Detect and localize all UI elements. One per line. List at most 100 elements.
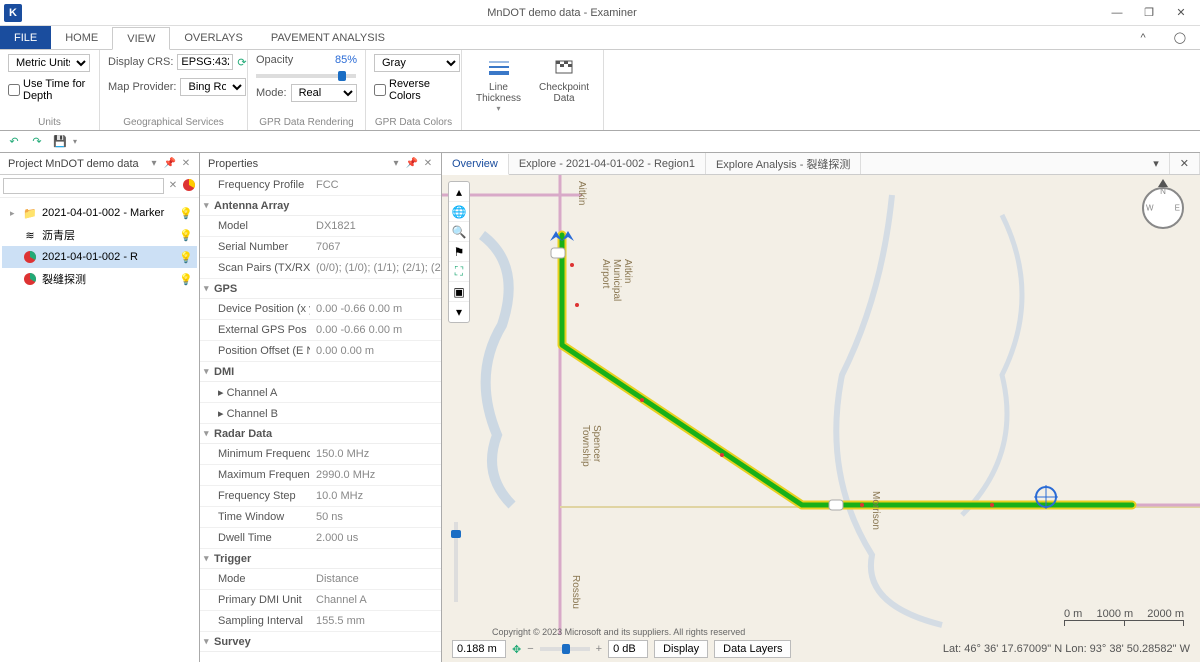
prop-row[interactable]: ▸ Channel A [200,382,441,403]
filter-pie-icon[interactable] [182,178,196,192]
tab-close-icon[interactable]: ✕ [1170,153,1200,174]
gain-plus[interactable]: + [596,643,602,655]
zoom-tool-icon[interactable]: 🔍 [449,222,469,242]
prop-category[interactable]: ▾Survey [200,632,441,652]
map-provider-select[interactable]: Bing Road [180,78,246,96]
menu-pavement[interactable]: PAVEMENT ANALYSIS [257,26,399,49]
bulb-icon[interactable]: 💡 [179,229,191,241]
prop-row[interactable]: Maximum Frequency2990.0 MHz [200,465,441,486]
tree-item[interactable]: ≋沥青层💡 [2,224,197,246]
units-select[interactable]: Metric Units [8,54,90,72]
close-button[interactable]: ✕ [1166,3,1196,23]
prop-value: 2.000 us [310,528,441,548]
opacity-slider[interactable] [256,74,356,78]
prop-value: Channel A [310,590,441,610]
menu-file[interactable]: FILE [0,26,51,49]
prop-row[interactable]: Minimum Frequency150.0 MHz [200,444,441,465]
redo-button[interactable]: ↷ [27,133,47,151]
prop-value: DX1821 [310,216,441,236]
project-search-input[interactable] [3,178,164,194]
menu-home[interactable]: HOME [51,26,112,49]
prop-category[interactable]: ▾DMI [200,362,441,382]
ribbon-group-colors: GPR Data Colors [374,117,453,128]
save-button[interactable]: 💾 [50,133,70,151]
tree-item[interactable]: 2021-04-01-002 - R💡 [2,246,197,268]
prop-category[interactable]: ▾Radar Data [200,424,441,444]
display-crs-input[interactable] [177,54,233,70]
line-thickness-button[interactable]: Line Thickness ▾ [470,54,527,115]
bulb-icon[interactable]: 💡 [179,251,191,263]
panel-close-icon[interactable]: ✕ [421,157,435,171]
prop-row[interactable]: Primary DMI UnitChannel A [200,590,441,611]
prop-row[interactable]: Device Position (x y z)0.00 -0.66 0.00 m [200,299,441,320]
mode-select[interactable]: Real [291,84,357,102]
prop-category[interactable]: ▾Trigger [200,549,441,569]
move-icon[interactable]: ✥ [512,643,521,656]
zoom-slider[interactable] [454,522,458,602]
menu-view[interactable]: VIEW [112,27,170,50]
fit-tool-icon[interactable]: ⛶ [449,262,469,282]
compass[interactable]: N W E [1142,187,1184,229]
tree-item[interactable]: ▸📁2021-04-01-002 - Marker💡 [2,202,197,224]
prop-row[interactable]: Position Offset (E N)0.00 0.00 m [200,341,441,362]
map-tab-overview[interactable]: Overview [442,154,509,175]
use-time-checkbox[interactable]: Use Time for Depth [8,78,91,102]
gain-slider[interactable] [540,647,590,651]
map-tab-explore1[interactable]: Explore - 2021-04-01-002 - Region1 [509,153,706,174]
prop-key: ▸ Channel B [200,403,310,423]
prop-row[interactable]: ModeDistance [200,569,441,590]
undo-button[interactable]: ↶ [4,133,24,151]
prop-row[interactable]: Scan Pairs (TX/RX)(0/0); (1/0); (1/1); (… [200,258,441,279]
menu-overlays[interactable]: OVERLAYS [170,26,257,49]
panel-close-icon[interactable]: ✕ [179,157,193,171]
ribbon-collapse-icon[interactable]: ^ [1127,26,1160,49]
properties-panel: Properties ▾ 📌 ✕ Frequency ProfileFCC▾An… [200,153,442,662]
prop-row[interactable]: Frequency Step10.0 MHz [200,486,441,507]
search-clear-icon[interactable]: ✕ [166,178,180,192]
map-panel: Overview Explore - 2021-04-01-002 - Regi… [442,153,1200,662]
prop-key: Position Offset (E N) [200,341,310,361]
map-canvas[interactable]: ▴ 🌐 🔍 ⚑ ⛶ ▣ ▾ N W E Aitkin Aitkin Munici… [442,175,1200,662]
maximize-button[interactable]: ❐ [1134,3,1164,23]
prop-row[interactable]: Dwell Time2.000 us [200,528,441,549]
ribbon-group-gpr: GPR Data Rendering [256,117,357,128]
collapse-tool-icon[interactable]: ▴ [449,182,469,202]
prop-category[interactable]: ▾Antenna Array [200,196,441,216]
panel-menu-icon[interactable]: ▾ [389,157,403,171]
checkpoint-data-button[interactable]: Checkpoint Data [533,54,595,106]
reverse-colors-checkbox[interactable]: Reverse Colors [374,78,453,102]
bulb-icon[interactable]: 💡 [179,207,191,219]
globe-tool-icon[interactable]: 🌐 [449,202,469,222]
prop-key: Minimum Frequency [200,444,310,464]
prop-row[interactable]: External GPS Pos (x y...0.00 -0.66 0.00 … [200,320,441,341]
prop-row[interactable]: Serial Number7067 [200,237,441,258]
prop-key: Primary DMI Unit [200,590,310,610]
panel-menu-icon[interactable]: ▾ [147,157,161,171]
flag-tool-icon[interactable]: ⚑ [449,242,469,262]
prop-row[interactable]: Frequency ProfileFCC [200,175,441,196]
help-icon[interactable]: ◯ [1160,26,1200,49]
expand-tool-icon[interactable]: ▾ [449,302,469,322]
minimize-button[interactable]: — [1102,3,1132,23]
prop-row[interactable]: ▸ Channel B [200,403,441,424]
prop-row[interactable]: ModelDX1821 [200,216,441,237]
prop-value: 150.0 MHz [310,444,441,464]
prop-row[interactable]: Time Window50 ns [200,507,441,528]
map-label-airport: Aitkin Municipal Airport [600,259,633,301]
map-attribution: Copyright © 2023 Microsoft and its suppl… [492,627,745,637]
map-tab-explore2[interactable]: Explore Analysis - 裂缝探测 [706,153,861,174]
gain-minus[interactable]: − [527,643,533,655]
qat-dropdown-icon[interactable]: ▾ [73,137,77,146]
prop-value: 7067 [310,237,441,257]
bulb-icon[interactable]: 💡 [179,273,191,285]
color-scheme-select[interactable]: Gray [374,54,460,72]
pin-icon[interactable]: 📌 [405,157,419,171]
refresh-crs-icon[interactable]: ⟳ [237,56,246,69]
tree-item[interactable]: 裂缝探测💡 [2,268,197,290]
tab-menu-icon[interactable]: ▾ [1143,153,1170,174]
prop-value: 0.00 -0.66 0.00 m [310,320,441,340]
pin-icon[interactable]: 📌 [163,157,177,171]
prop-category[interactable]: ▾GPS [200,279,441,299]
prop-row[interactable]: Sampling Interval155.5 mm [200,611,441,632]
crop-tool-icon[interactable]: ▣ [449,282,469,302]
